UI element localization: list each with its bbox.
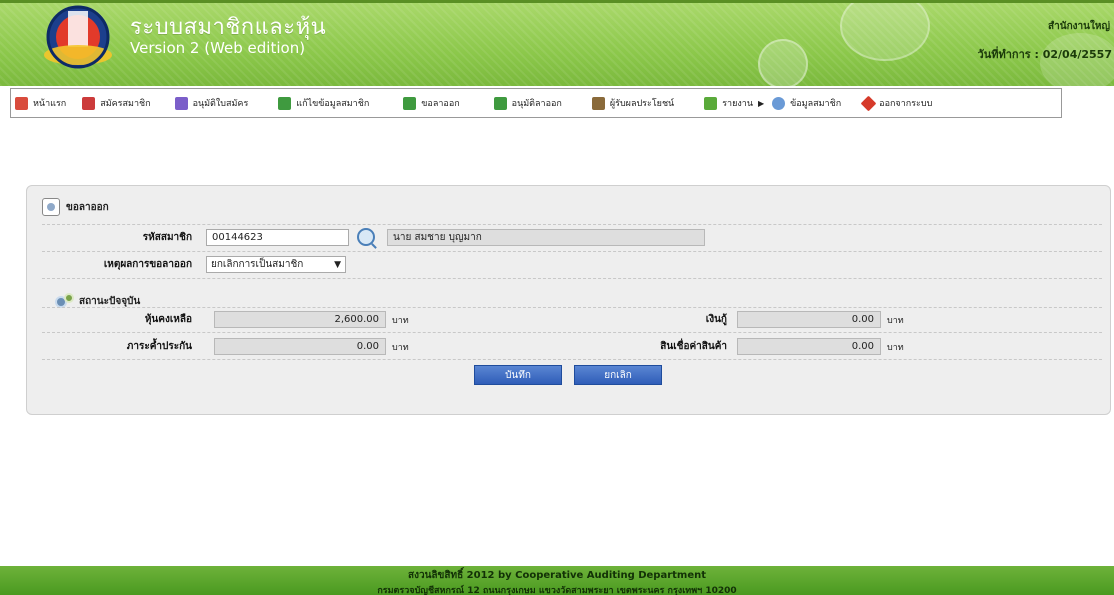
menu-item-label: ออกจากระบบ <box>879 99 933 109</box>
guarantee-field: 0.00 <box>214 338 386 355</box>
member-id-input[interactable]: 00144623 <box>206 228 349 246</box>
coin-decoration <box>758 39 808 86</box>
cancel-button[interactable]: ยกเลิก <box>574 365 662 385</box>
save-button[interactable]: บันทึก <box>474 365 562 385</box>
menu-item-approve-application[interactable]: อนุมัติใบสมัคร <box>173 93 255 113</box>
shares-row: หุ้นคงเหลือ 2,600.00 บาท <box>42 311 409 328</box>
member-id-label: รหัสสมาชิก <box>142 231 192 243</box>
shares-unit: บาท <box>392 315 409 326</box>
menu-item-label: อนุมัติใบสมัคร <box>192 99 249 109</box>
member-id-row: รหัสสมาชิก 00144623 นาย สมชาย บุญมาก <box>42 228 705 246</box>
approve-resign-icon <box>493 96 507 110</box>
home-icon <box>15 96 28 110</box>
app-subtitle: Version 2 (Web edition) <box>130 39 306 57</box>
report-icon <box>704 96 718 110</box>
resign-request-panel: ขอลาออก รหัสสมาชิก 00144623 นาย สมชาย บุ… <box>26 185 1111 415</box>
menu-item-logout[interactable]: ออกจากระบบ <box>860 93 938 113</box>
menu-item-beneficiary[interactable]: ผู้รับผลประโยชน์ <box>590 93 680 113</box>
main-menu: หน้าแรก สมัครสมาชิก อนุมัติใบสมัคร แก้ไข… <box>10 88 1062 118</box>
reason-selected-value: ยกเลิกการเป็นสมาชิก <box>211 259 304 270</box>
shares-field: 2,600.00 <box>214 311 386 328</box>
credit-field: 0.00 <box>737 338 881 355</box>
logout-icon <box>860 95 877 111</box>
shares-label: หุ้นคงเหลือ <box>144 314 192 325</box>
dropdown-arrow-icon: ▼ <box>334 259 341 270</box>
member-name-field: นาย สมชาย บุญมาก <box>387 228 705 246</box>
menu-item-label: ผู้รับผลประโยชน์ <box>609 99 675 109</box>
menu-item-edit-member[interactable]: แก้ไขข้อมูลสมาชิก <box>276 93 375 113</box>
work-date: วันที่ทำการ : 02/04/2557 <box>977 48 1112 61</box>
resign-request-icon <box>403 96 417 110</box>
guarantee-unit: บาท <box>392 342 409 353</box>
menu-item-resign-request[interactable]: ขอลาออก <box>401 93 465 113</box>
guarantee-label: ภาระค้ำประกัน <box>126 341 192 352</box>
divider <box>42 224 1102 225</box>
loan-field: 0.00 <box>737 311 881 328</box>
page-footer: สงวนลิขสิทธิ์ 2012 by Cooperative Auditi… <box>0 566 1114 595</box>
search-member-button[interactable] <box>357 228 375 246</box>
menu-item-label: สมัครสมาชิก <box>100 99 151 109</box>
panel-title: ขอลาออก <box>42 198 109 216</box>
menu-item-label: รายงาน <box>722 99 753 109</box>
menu-item-label: ขอลาออก <box>421 99 460 109</box>
member-info-icon <box>772 96 786 110</box>
menu-item-report[interactable]: รายงาน ▶ <box>702 93 770 113</box>
panel-title-text: ขอลาออก <box>66 201 109 213</box>
app-logo <box>44 5 112 69</box>
reason-row: เหตุผลการขอลาออก ยกเลิกการเป็นสมาชิก ▼ <box>42 256 346 273</box>
action-buttons: บันทึก ยกเลิก <box>474 365 662 385</box>
menu-item-register[interactable]: สมัครสมาชิก <box>80 93 156 113</box>
app-header: ระบบสมาชิกและหุ้น Version 2 (Web edition… <box>0 0 1114 86</box>
credit-label: สินเชื่อค่าสินค้า <box>660 341 727 352</box>
menu-item-member-info[interactable]: ข้อมูลสมาชิก <box>770 93 847 113</box>
coin-decoration <box>840 3 930 61</box>
menu-item-label: ข้อมูลสมาชิก <box>790 99 842 109</box>
menu-item-label: หน้าแรก <box>33 99 67 109</box>
divider <box>42 359 1102 360</box>
menu-item-label: แก้ไขข้อมูลสมาชิก <box>296 99 370 109</box>
document-icon <box>42 198 60 216</box>
guarantee-row: ภาระค้ำประกัน 0.00 บาท <box>42 338 409 355</box>
divider <box>42 278 1102 279</box>
address-text: กรมตรวจบัญชีสหกรณ์ 12 ถนนกรุงเกษม แขวงวั… <box>377 586 737 595</box>
copyright-text: สงวนลิขสิทธิ์ 2012 by Cooperative Auditi… <box>407 570 707 581</box>
credit-row: สินเชื่อค่าสินค้า 0.00 บาท <box>587 338 904 355</box>
reason-label: เหตุผลการขอลาออก <box>103 259 192 270</box>
reason-select[interactable]: ยกเลิกการเป็นสมาชิก ▼ <box>206 256 346 273</box>
register-icon <box>82 96 96 110</box>
divider <box>42 307 1102 308</box>
loan-label: เงินกู้ <box>705 314 727 325</box>
edit-icon <box>278 96 292 110</box>
menu-item-home[interactable]: หน้าแรก <box>13 93 72 113</box>
branch-name: สำนักงานใหญ่ <box>1048 21 1110 32</box>
divider <box>42 332 1102 333</box>
menu-item-approve-resign[interactable]: อนุมัติลาออก <box>492 93 568 113</box>
approve-icon <box>174 96 188 110</box>
menu-item-label: อนุมัติลาออก <box>511 99 562 109</box>
beneficiary-icon <box>591 96 605 110</box>
loan-unit: บาท <box>887 315 904 326</box>
loan-row: เงินกู้ 0.00 บาท <box>587 311 904 328</box>
submenu-arrow-icon: ▶ <box>757 98 765 108</box>
divider <box>42 251 1102 252</box>
credit-unit: บาท <box>887 342 904 353</box>
